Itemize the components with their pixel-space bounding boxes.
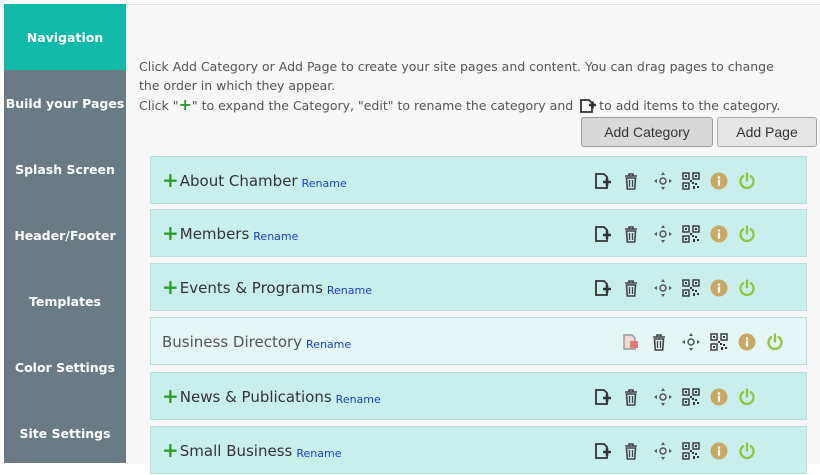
category-title-text: News & Publications bbox=[179, 388, 332, 406]
category-row[interactable]: + About Chamber Rename bbox=[150, 156, 807, 204]
sidebar-item-label: Splash Screen bbox=[15, 161, 115, 177]
trash-icon[interactable] bbox=[621, 171, 641, 191]
info-icon[interactable] bbox=[709, 441, 729, 461]
instructions-text: " to expand the Category, "edit" to rena… bbox=[191, 98, 578, 113]
power-icon[interactable] bbox=[737, 278, 757, 298]
category-title-text: About Chamber bbox=[179, 172, 298, 190]
category-title-text: Events & Programs bbox=[179, 279, 323, 297]
rename-link[interactable]: Rename bbox=[327, 284, 372, 297]
power-icon[interactable] bbox=[737, 171, 757, 191]
sidebar-item-navigation[interactable]: Navigation bbox=[4, 4, 126, 70]
category-title: + Members Rename bbox=[162, 210, 298, 258]
add-item-icon[interactable] bbox=[593, 171, 613, 191]
category-row[interactable]: + Members Rename bbox=[150, 209, 807, 257]
add-item-icon bbox=[579, 98, 597, 119]
plus-icon: + bbox=[178, 95, 192, 114]
instructions-text: to add items to the category. bbox=[599, 98, 781, 113]
qr-code-icon[interactable] bbox=[681, 387, 701, 407]
info-icon[interactable] bbox=[709, 224, 729, 244]
instructions: Click Add Category or Add Page to create… bbox=[139, 57, 789, 119]
category-title: + Events & Programs Rename bbox=[162, 264, 372, 312]
add-item-disabled-icon[interactable] bbox=[621, 332, 641, 352]
power-icon[interactable] bbox=[737, 441, 757, 461]
move-icon[interactable] bbox=[653, 171, 673, 191]
category-title-text: Business Directory bbox=[162, 333, 303, 351]
trash-icon[interactable] bbox=[621, 441, 641, 461]
sidebar-item-label: Color Settings bbox=[14, 359, 116, 375]
category-title: + Small Business Rename bbox=[162, 427, 341, 475]
trash-icon[interactable] bbox=[621, 387, 641, 407]
info-icon[interactable] bbox=[709, 278, 729, 298]
rename-link[interactable]: Rename bbox=[306, 338, 351, 351]
sidebar-item-label: Build your Pages bbox=[5, 95, 125, 111]
sidebar-item-color-settings[interactable]: Color Settings bbox=[4, 334, 126, 400]
add-category-button[interactable]: Add Category bbox=[581, 117, 713, 147]
trash-icon[interactable] bbox=[621, 278, 641, 298]
add-item-icon[interactable] bbox=[593, 224, 613, 244]
move-icon[interactable] bbox=[653, 387, 673, 407]
info-icon[interactable] bbox=[709, 171, 729, 191]
add-item-icon[interactable] bbox=[593, 441, 613, 461]
sidebar-item-build-your-pages[interactable]: Build your Pages bbox=[4, 70, 126, 136]
main-panel: Click Add Category or Add Page to create… bbox=[126, 4, 820, 474]
category-row[interactable]: + Small Business Rename bbox=[150, 426, 807, 474]
rename-link[interactable]: Rename bbox=[302, 177, 347, 190]
add-item-icon[interactable] bbox=[593, 387, 613, 407]
move-icon[interactable] bbox=[653, 441, 673, 461]
instructions-line-2: Click "+" to expand the Category, "edit"… bbox=[139, 95, 789, 119]
sidebar: Navigation Build your Pages Splash Scree… bbox=[4, 4, 126, 463]
trash-icon[interactable] bbox=[621, 224, 641, 244]
sidebar-item-label: Site Settings bbox=[19, 425, 111, 441]
power-icon[interactable] bbox=[737, 224, 757, 244]
move-icon[interactable] bbox=[681, 332, 701, 352]
instructions-text: Click " bbox=[139, 98, 179, 113]
category-title-text: Small Business bbox=[179, 442, 293, 460]
info-icon[interactable] bbox=[709, 387, 729, 407]
sidebar-item-label: Navigation bbox=[26, 29, 104, 45]
category-title: Business Directory Rename bbox=[162, 318, 351, 366]
rename-link[interactable]: Rename bbox=[253, 230, 298, 243]
category-row[interactable]: + Events & Programs Rename bbox=[150, 263, 807, 311]
expand-plus-icon[interactable]: + bbox=[162, 384, 179, 408]
add-item-icon[interactable] bbox=[593, 278, 613, 298]
qr-code-icon[interactable] bbox=[681, 224, 701, 244]
qr-code-icon[interactable] bbox=[681, 278, 701, 298]
expand-plus-icon[interactable]: + bbox=[162, 221, 179, 245]
sidebar-item-site-settings[interactable]: Site Settings bbox=[4, 400, 126, 466]
expand-plus-icon[interactable]: + bbox=[162, 275, 179, 299]
move-icon[interactable] bbox=[653, 224, 673, 244]
power-icon[interactable] bbox=[765, 332, 785, 352]
expand-plus-icon[interactable]: + bbox=[162, 168, 179, 192]
category-row[interactable]: Business Directory Rename bbox=[150, 317, 807, 365]
category-title-text: Members bbox=[179, 225, 250, 243]
sidebar-item-label: Templates bbox=[29, 293, 101, 309]
qr-code-icon[interactable] bbox=[709, 332, 729, 352]
expand-plus-icon[interactable]: + bbox=[162, 438, 179, 462]
category-row[interactable]: + News & Publications Rename bbox=[150, 372, 807, 420]
sidebar-item-label: Header/Footer bbox=[14, 227, 116, 243]
rename-link[interactable]: Rename bbox=[336, 393, 381, 406]
add-page-button[interactable]: Add Page bbox=[717, 117, 817, 147]
instructions-line-1: Click Add Category or Add Page to create… bbox=[139, 59, 774, 93]
sidebar-item-templates[interactable]: Templates bbox=[4, 268, 126, 334]
qr-code-icon[interactable] bbox=[681, 171, 701, 191]
category-title: + About Chamber Rename bbox=[162, 157, 347, 205]
category-title: + News & Publications Rename bbox=[162, 373, 381, 421]
move-icon[interactable] bbox=[653, 278, 673, 298]
qr-code-icon[interactable] bbox=[681, 441, 701, 461]
trash-icon[interactable] bbox=[649, 332, 669, 352]
sidebar-item-header-footer[interactable]: Header/Footer bbox=[4, 202, 126, 268]
rename-link[interactable]: Rename bbox=[296, 447, 341, 460]
sidebar-item-splash-screen[interactable]: Splash Screen bbox=[4, 136, 126, 202]
power-icon[interactable] bbox=[737, 387, 757, 407]
info-icon[interactable] bbox=[737, 332, 757, 352]
